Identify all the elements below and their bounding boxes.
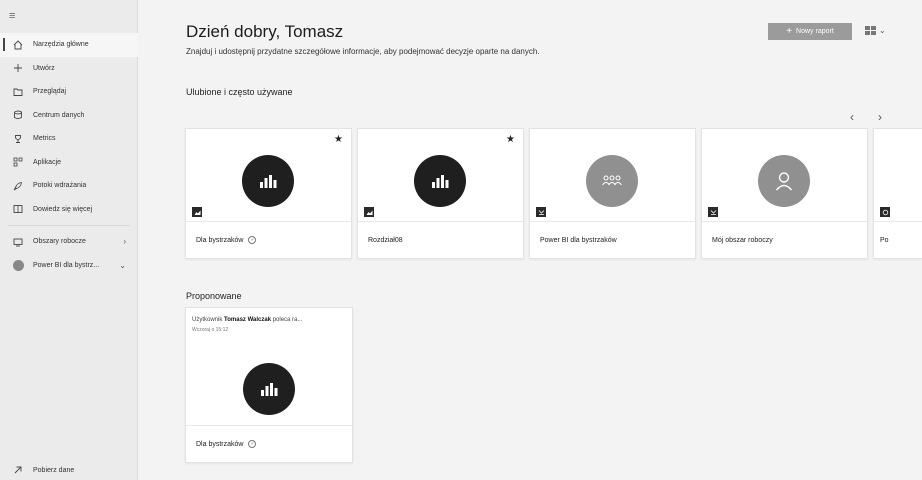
card-title: Dla bystrzaków bbox=[196, 440, 244, 448]
sidebar-item-apps[interactable]: Aplikacje bbox=[0, 151, 138, 175]
sidebar-item-browse[interactable]: Przeglądaj bbox=[0, 80, 138, 104]
sidebar-item-deployment-pipelines[interactable]: Potoki wdrażania bbox=[0, 174, 138, 198]
suggested-card[interactable]: Użytkownik Tomasz Walczak poleca ra... W… bbox=[185, 307, 353, 463]
arrow-up-right-icon bbox=[12, 464, 24, 476]
sidebar-item-label: Utwórz bbox=[33, 64, 55, 72]
favorites-section-title: Ulubione i często używane bbox=[186, 87, 293, 97]
chevron-down-icon: ⌄ bbox=[879, 26, 886, 35]
sidebar-item-create[interactable]: Utwórz bbox=[0, 57, 138, 81]
sidebar-item-label: Aplikacje bbox=[33, 158, 62, 166]
bar-chart-icon bbox=[243, 363, 295, 415]
chevron-down-icon: ⌄ bbox=[119, 260, 126, 270]
folder-icon bbox=[12, 86, 24, 98]
sidebar-item-label: Metrics bbox=[33, 135, 56, 143]
card-title: Rozdział08 bbox=[368, 236, 403, 244]
sidebar-item-workspaces[interactable]: Obszary robocze › bbox=[0, 230, 138, 254]
workspace-avatar-icon bbox=[12, 259, 24, 271]
rocket-icon bbox=[12, 180, 24, 192]
card-footer: Mój obszar roboczy bbox=[702, 221, 867, 258]
sidebar-item-metrics[interactable]: Metrics bbox=[0, 127, 138, 151]
recommendation-time: Wczoraj o 15:12 bbox=[192, 327, 229, 333]
favorite-card[interactable]: ★ Dla bystrzaków ✓ bbox=[185, 128, 352, 259]
sidebar-item-data-hub[interactable]: Centrum danych bbox=[0, 104, 138, 128]
sidebar-item-label: Dowiedz się więcej bbox=[33, 205, 93, 213]
card-title: Power BI dla bystrzaków bbox=[540, 236, 617, 244]
carousel-prev-button[interactable]: ‹ bbox=[850, 110, 854, 124]
favorite-card[interactable]: Po bbox=[873, 128, 922, 259]
page-subtitle: Znajduj i udostępnij przydatne szczegóło… bbox=[186, 47, 540, 56]
favorite-card[interactable]: Mój obszar roboczy bbox=[701, 128, 868, 259]
recommendation-text: Użytkownik Tomasz Walczak poleca ra... bbox=[192, 317, 302, 323]
favorite-card[interactable]: ★ Rozdział08 bbox=[357, 128, 524, 259]
card-title: Dla bystrzaków bbox=[196, 236, 244, 244]
recommendation-prefix: Użytkownik bbox=[192, 317, 223, 323]
sidebar-item-learn[interactable]: Dowiedz się więcej bbox=[0, 198, 138, 222]
sidebar-divider bbox=[8, 225, 130, 226]
sidebar-item-label: Potoki wdrażania bbox=[33, 182, 87, 190]
workspace-type-icon bbox=[708, 207, 718, 217]
home-icon bbox=[12, 39, 24, 51]
card-title: Mój obszar roboczy bbox=[712, 236, 773, 244]
plus-icon bbox=[12, 62, 24, 74]
sidebar-nav: Narzędzia główne Utwórz Przeglądaj Centr… bbox=[0, 33, 138, 277]
main-content: Dzień dobry, Tomasz Znajduj i udostępnij… bbox=[138, 0, 922, 480]
card-footer: Dla bystrzaków ✓ bbox=[186, 425, 352, 462]
bar-chart-icon bbox=[414, 155, 466, 207]
get-data-label: Pobierz dane bbox=[33, 466, 75, 474]
workspaces-icon bbox=[12, 236, 24, 248]
plus-icon: + bbox=[786, 26, 793, 37]
sidebar-item-label: Centrum danych bbox=[33, 111, 85, 119]
sidebar-item-label: Obszary robocze bbox=[33, 238, 86, 246]
person-icon bbox=[758, 155, 810, 207]
chevron-right-icon: › bbox=[123, 237, 126, 247]
carousel-next-button[interactable]: › bbox=[878, 110, 882, 124]
trophy-icon bbox=[12, 133, 24, 145]
book-icon bbox=[12, 203, 24, 215]
favorite-star-icon[interactable]: ★ bbox=[334, 134, 343, 145]
sidebar-item-label: Narzędzia główne bbox=[33, 41, 89, 49]
favorite-star-icon[interactable]: ★ bbox=[506, 134, 515, 145]
bar-chart-icon bbox=[242, 155, 294, 207]
suggested-section-title: Proponowane bbox=[186, 291, 242, 301]
card-footer: Power BI dla bystrzaków bbox=[530, 221, 695, 258]
grid-view-icon bbox=[865, 26, 876, 35]
get-data-button[interactable]: Pobierz dane bbox=[12, 464, 74, 476]
sidebar-item-label: Przeglądaj bbox=[33, 88, 67, 96]
report-type-icon bbox=[364, 207, 374, 217]
endorsement-icon: ✓ bbox=[248, 440, 257, 448]
sidebar-item-label: Power BI dla bystrz... bbox=[33, 261, 100, 269]
card-title: Po bbox=[880, 236, 889, 244]
hamburger-menu-icon[interactable]: ≡ bbox=[9, 10, 15, 22]
page-title: Dzień dobry, Tomasz bbox=[186, 22, 344, 41]
group-icon bbox=[586, 155, 638, 207]
card-footer: Rozdział08 bbox=[358, 221, 523, 258]
view-toggle-button[interactable]: ⌄ bbox=[865, 26, 886, 35]
new-report-button[interactable]: + Nowy raport bbox=[768, 23, 852, 40]
recommending-user: Tomasz Walczak bbox=[224, 317, 272, 323]
endorsement-icon: ✓ bbox=[248, 236, 257, 244]
favorite-card[interactable]: Power BI dla bystrzaków bbox=[529, 128, 696, 259]
apps-icon bbox=[12, 156, 24, 168]
recommendation-suffix: poleca ra... bbox=[272, 317, 303, 323]
data-hub-icon bbox=[12, 109, 24, 121]
sidebar-item-current-workspace[interactable]: Power BI dla bystrz... ⌄ bbox=[0, 254, 138, 278]
card-footer: Dla bystrzaków ✓ bbox=[186, 221, 351, 258]
sidebar: ≡ Narzędzia główne Utwórz Przeglądaj Cen… bbox=[0, 0, 138, 480]
sidebar-item-home[interactable]: Narzędzia główne bbox=[0, 33, 138, 57]
card-footer: Po bbox=[874, 221, 922, 258]
report-type-icon bbox=[192, 207, 202, 217]
workspace-type-icon bbox=[880, 207, 890, 217]
new-report-label: Nowy raport bbox=[796, 28, 834, 35]
workspace-type-icon bbox=[536, 207, 546, 217]
